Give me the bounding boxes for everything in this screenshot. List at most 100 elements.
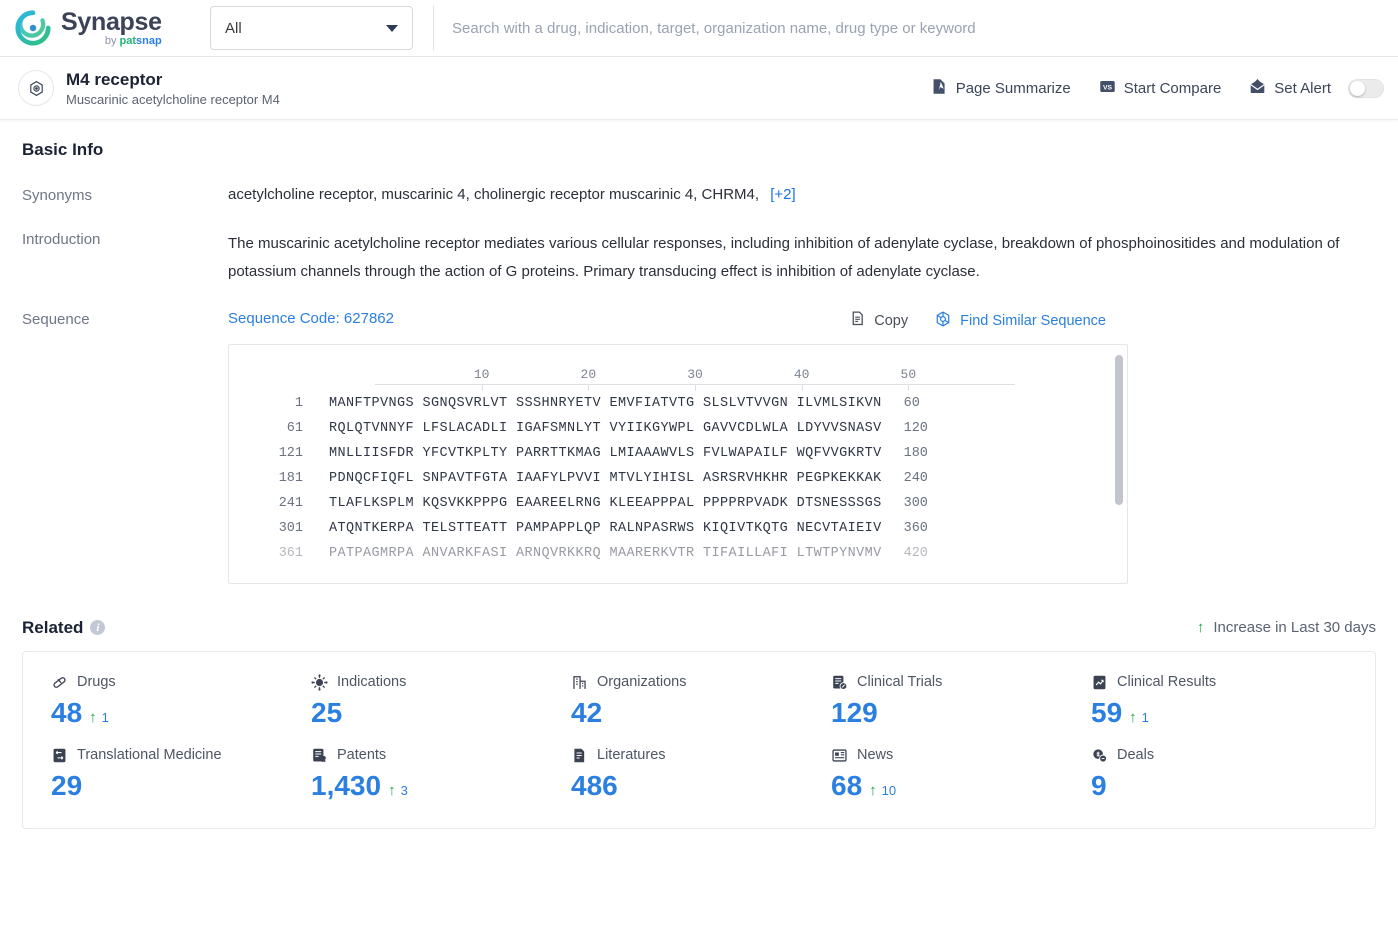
info-icon[interactable]: i bbox=[90, 620, 106, 635]
building-icon bbox=[571, 674, 588, 691]
stat-value-wrapper: 25 bbox=[311, 697, 569, 729]
start-compare-button[interactable]: VS Start Compare bbox=[1099, 78, 1221, 99]
stat-value: 42 bbox=[571, 696, 603, 728]
stat-value-wrapper: 1,430 ↑ 3 bbox=[311, 770, 569, 802]
stat-delta: ↑ 1 bbox=[1129, 709, 1149, 726]
stat-value-wrapper: 68 ↑ 10 bbox=[831, 770, 1089, 802]
sequence-row: 1 MANFTPVNGS SGNQSVRLVT SSSHNRYETV EMVFIA… bbox=[247, 391, 1109, 416]
sequence-rows: 1 MANFTPVNGS SGNQSVRLVT SSSHNRYETV EMVFIA… bbox=[247, 391, 1109, 566]
sequence-row: 61 RQLQTVNNYF LFSLACADLI IGAFSMNLYT VYIIK… bbox=[247, 416, 1109, 441]
sequence-start-index: 61 bbox=[286, 420, 303, 436]
translational-icon bbox=[51, 747, 68, 764]
sequence-letters: RQLQTVNNYF LFSLACADLI IGAFSMNLYT VYIIKGY… bbox=[329, 420, 882, 436]
ruler-tick-label: 50 bbox=[900, 366, 917, 382]
stat-label-wrapper: Organizations bbox=[571, 674, 829, 691]
stat-value: 1,430 bbox=[311, 769, 382, 801]
stat-cell-drugs[interactable]: Drugs 48 ↑ 1 bbox=[49, 674, 309, 729]
stat-label-wrapper: Literatures bbox=[571, 747, 829, 764]
app-logo[interactable]: Synapse by patsnap bbox=[14, 9, 196, 47]
synonyms-value-wrapper: acetylcholine receptor, muscarinic 4, ch… bbox=[228, 186, 1376, 204]
ruler-tick-label: 10 bbox=[473, 366, 490, 382]
sequence-start-index: 1 bbox=[294, 395, 303, 411]
sequence-row: 181 PDNQCFIQFL SNPAVTFGTA IAAFYLPVVI MTVL… bbox=[247, 466, 1109, 491]
increase-arrow-icon: ↑ bbox=[388, 781, 396, 799]
stat-value-wrapper: 59 ↑ 1 bbox=[1091, 697, 1349, 729]
sequence-letters: ATQNTKERPA TELSTTEATT PAMPAPPLQP RALNPAS… bbox=[329, 520, 882, 536]
stat-delta: ↑ 3 bbox=[388, 782, 408, 799]
search-category-value: All bbox=[225, 19, 242, 37]
increase-legend: ↑ Increase in Last 30 days bbox=[1197, 619, 1376, 636]
related-stats-grid: Drugs 48 ↑ 1 Indications 25 Organizations 42 Cli… bbox=[49, 673, 1349, 802]
stat-cell-literatures[interactable]: Literatures 486 bbox=[569, 747, 829, 802]
sequence-tools: Copy Find Similar Sequence bbox=[849, 310, 1376, 332]
sequence-header: Sequence Code: 627862 Copy Find Similar … bbox=[228, 310, 1376, 332]
increase-arrow-icon: ↑ bbox=[869, 781, 877, 799]
synonyms-label: Synonyms bbox=[22, 187, 93, 204]
stat-value-wrapper: 48 ↑ 1 bbox=[51, 697, 309, 729]
sequence-letters: PDNQCFIQFL SNPAVTFGTA IAAFYLPVVI MTVLYIH… bbox=[329, 470, 882, 486]
svg-text:VS: VS bbox=[1103, 84, 1113, 91]
sequence-start-index: 241 bbox=[278, 495, 303, 511]
stat-label: Translational Medicine bbox=[77, 747, 222, 764]
clinical-trial-icon bbox=[831, 674, 848, 691]
stat-delta: ↑ 10 bbox=[869, 782, 896, 799]
stat-label-wrapper: Patents bbox=[311, 747, 569, 764]
set-alert-toggle[interactable] bbox=[1348, 78, 1384, 98]
stat-label: Clinical Results bbox=[1117, 674, 1217, 690]
news-icon bbox=[831, 747, 848, 764]
deals-icon bbox=[1091, 747, 1108, 764]
sequence-viewer[interactable]: 10 20 30 40 50 1 MANFTPVNGS SGNQSVRLVT SSSHNR… bbox=[228, 343, 1128, 584]
related-heading-wrapper: Related i bbox=[22, 618, 106, 638]
set-alert-button[interactable]: Set Alert bbox=[1249, 78, 1384, 99]
stat-value-wrapper: 9 bbox=[1091, 770, 1349, 802]
stat-value: 129 bbox=[831, 696, 878, 728]
page-summarize-button[interactable]: Page Summarize bbox=[931, 78, 1071, 99]
stat-label: Drugs bbox=[77, 674, 116, 690]
sequence-letters: MNLLIISFDR YFCVTKPLTY PARRTTKMAG LMIAAAW… bbox=[329, 445, 882, 461]
target-entity-icon bbox=[18, 70, 54, 106]
sequence-row: Sequence Sequence Code: 627862 Copy Find… bbox=[22, 310, 1376, 332]
synonyms-more-link[interactable]: [+2] bbox=[770, 186, 795, 203]
stat-value: 48 bbox=[51, 696, 83, 728]
stat-value: 68 bbox=[831, 769, 863, 801]
stat-label: Patents bbox=[337, 747, 387, 764]
logo-by: by bbox=[104, 34, 120, 47]
stat-cell-clinical-results[interactable]: Clinical Results 59 ↑ 1 bbox=[1089, 674, 1349, 729]
sequence-start-index: 181 bbox=[278, 470, 303, 486]
stat-cell-news[interactable]: News 68 ↑ 10 bbox=[829, 747, 1089, 802]
stat-cell-organizations[interactable]: Organizations 42 bbox=[569, 674, 829, 729]
stat-value-wrapper: 29 bbox=[51, 770, 309, 802]
stat-cell-deals[interactable]: Deals 9 bbox=[1089, 747, 1349, 802]
stat-delta-value: 3 bbox=[400, 782, 408, 798]
sequence-viewer-inner: 10 20 30 40 50 1 MANFTPVNGS SGNQSVRLVT SSSHNR… bbox=[229, 345, 1127, 566]
alert-mail-icon bbox=[1249, 78, 1266, 99]
stat-label: News bbox=[857, 747, 894, 764]
chevron-down-icon bbox=[386, 24, 398, 32]
stat-label: Clinical Trials bbox=[857, 674, 943, 690]
stat-cell-indications[interactable]: Indications 25 bbox=[309, 673, 569, 729]
set-alert-label: Set Alert bbox=[1274, 79, 1331, 97]
sequence-code-link[interactable]: Sequence Code: 627862 bbox=[228, 310, 394, 327]
stat-cell-clinical-trials[interactable]: Clinical Trials 129 bbox=[829, 674, 1089, 729]
search-input[interactable]: Search with a drug, indication, target, … bbox=[452, 20, 976, 37]
related-stats-card: Drugs 48 ↑ 1 Indications 25 Organizations 42 Cli… bbox=[22, 650, 1376, 829]
related-header: Related i ↑ Increase in Last 30 days bbox=[22, 618, 1376, 638]
increase-legend-label: Increase in Last 30 days bbox=[1213, 619, 1376, 636]
find-similar-sequence-icon bbox=[934, 310, 952, 332]
page-subtitle: Muscarinic acetylcholine receptor M4 bbox=[66, 92, 280, 108]
sequence-scrollbar-thumb[interactable] bbox=[1115, 354, 1123, 505]
sequence-row: 301 ATQNTKERPA TELSTTEATT PAMPAPPLQP RALN… bbox=[247, 516, 1109, 541]
clinical-result-icon bbox=[1091, 674, 1108, 691]
search-input-wrapper[interactable]: Search with a drug, indication, target, … bbox=[433, 6, 1398, 50]
sequence-ruler: 10 20 30 40 50 bbox=[375, 359, 1015, 391]
stat-cell-patents[interactable]: Patents 1,430 ↑ 3 bbox=[309, 747, 569, 802]
synapse-logo-icon bbox=[14, 9, 52, 47]
stat-value-wrapper: 42 bbox=[571, 697, 829, 729]
copy-sequence-button[interactable]: Copy bbox=[849, 310, 908, 331]
increase-arrow-icon: ↑ bbox=[89, 708, 97, 726]
stat-delta-value: 1 bbox=[101, 709, 109, 725]
search-category-select[interactable]: All bbox=[210, 6, 413, 50]
find-similar-sequence-button[interactable]: Find Similar Sequence bbox=[934, 310, 1106, 332]
stat-cell-translational-medicine[interactable]: Translational Medicine 29 bbox=[49, 747, 309, 802]
synonyms-row: Synonyms acetylcholine receptor, muscari… bbox=[22, 186, 1376, 204]
